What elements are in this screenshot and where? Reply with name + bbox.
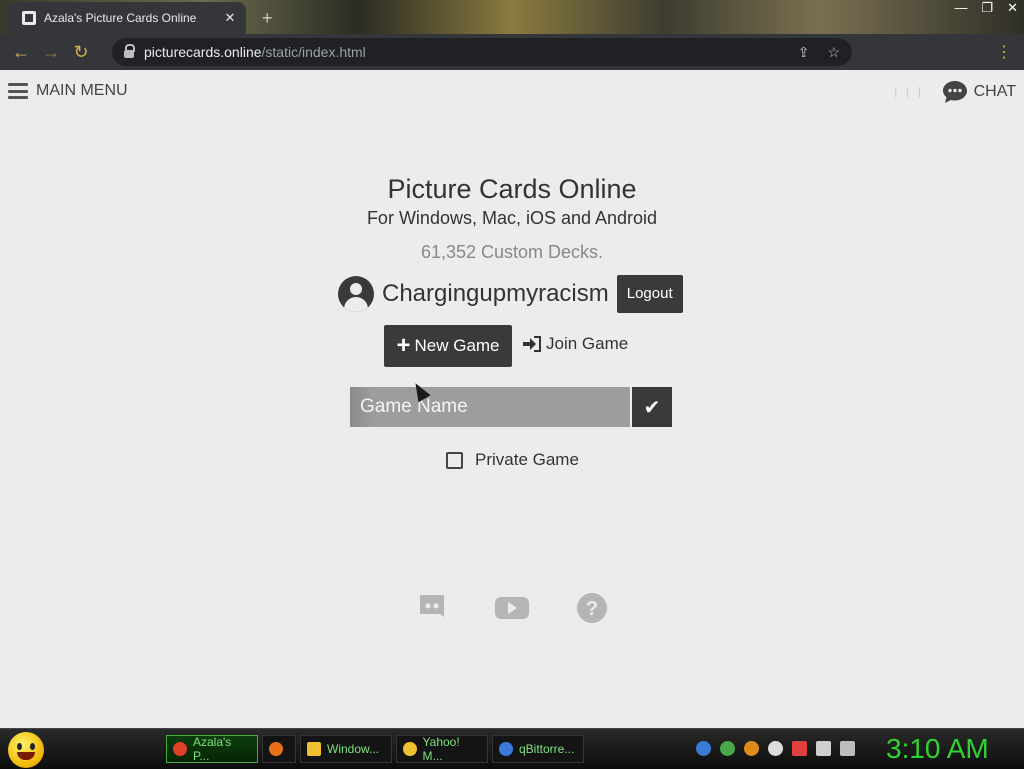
page-subtitle: For Windows, Mac, iOS and Android bbox=[366, 208, 658, 228]
new-game-label: New Game bbox=[414, 336, 500, 355]
qbittorrent-icon bbox=[499, 742, 513, 756]
user-row: Chargingupmyracism Logout bbox=[338, 275, 683, 313]
start-button-smiley-icon[interactable] bbox=[8, 732, 44, 768]
close-window-button[interactable]: ✕ bbox=[1007, 0, 1018, 16]
new-tab-button[interactable]: + bbox=[262, 8, 273, 29]
page-content: MAIN MENU | | | CHAT Picture Cards Onlin… bbox=[0, 70, 1024, 728]
display-tray-icon[interactable] bbox=[816, 741, 831, 756]
window-controls: — ❐ ✕ bbox=[954, 0, 1018, 16]
address-bar[interactable]: picturecards.online/static/index.html ⇪ … bbox=[112, 38, 852, 66]
sign-in-icon bbox=[523, 336, 541, 352]
confirm-game-button[interactable]: ✔ bbox=[632, 387, 672, 427]
checkmark-icon: ✔ bbox=[643, 396, 661, 419]
taskbar-item-chrome[interactable]: Azala's P... bbox=[166, 735, 258, 763]
discord-icon[interactable] bbox=[416, 592, 448, 624]
maximize-button[interactable]: ❐ bbox=[981, 0, 993, 16]
logout-button[interactable]: Logout bbox=[616, 275, 683, 313]
browser-tab-strip: Azala's Picture Cards Online ✕ + — ❐ ✕ bbox=[0, 0, 1024, 34]
share-icon[interactable]: ⇪ bbox=[798, 44, 810, 61]
taskbar-item-firefox[interactable] bbox=[262, 735, 296, 763]
main-menu-button[interactable]: MAIN MENU bbox=[8, 82, 128, 100]
task-label: Yahoo! M... bbox=[422, 735, 460, 763]
url-host: picturecards.online bbox=[144, 44, 262, 60]
private-game-label: Private Game bbox=[475, 450, 579, 469]
username: Chargingupmyracism bbox=[382, 280, 609, 307]
browser-menu-icon[interactable]: ⋮ bbox=[996, 42, 1012, 62]
youtube-icon[interactable] bbox=[494, 592, 530, 624]
taskbar-item-qbittorrent[interactable]: qBittorre... bbox=[492, 735, 584, 763]
hamburger-icon bbox=[8, 83, 28, 99]
system-tray bbox=[696, 741, 855, 756]
task-label: qBittorre... bbox=[519, 742, 575, 756]
deck-count: 61,352 Custom Decks. bbox=[420, 242, 604, 262]
main-menu-label: MAIN MENU bbox=[36, 82, 128, 99]
yahoo-messenger-icon bbox=[403, 742, 417, 756]
connection-indicator: | | | bbox=[894, 86, 924, 98]
taskbar-item-explorer[interactable]: Window... bbox=[300, 735, 392, 763]
action-center-flag-icon[interactable] bbox=[792, 741, 807, 756]
page-title: Picture Cards Online bbox=[387, 174, 637, 204]
task-label: Window... bbox=[327, 742, 380, 756]
messenger-tray-icon[interactable] bbox=[768, 741, 783, 756]
folder-icon bbox=[307, 742, 321, 756]
game-name-input[interactable] bbox=[350, 387, 630, 427]
browser-tab[interactable]: Azala's Picture Cards Online ✕ bbox=[8, 2, 246, 34]
minimize-button[interactable]: — bbox=[954, 0, 967, 16]
back-arrow-icon[interactable]: ← bbox=[6, 42, 36, 63]
join-game-label: Join Game bbox=[546, 334, 629, 353]
tab-close-icon[interactable]: ✕ bbox=[220, 10, 240, 26]
taskbar-clock[interactable]: 3:10 AM bbox=[886, 733, 989, 765]
search-tray-icon[interactable] bbox=[744, 741, 759, 756]
lock-icon bbox=[124, 44, 135, 58]
private-game-toggle[interactable]: Private Game bbox=[446, 450, 579, 470]
qbittorrent-tray-icon[interactable] bbox=[696, 741, 711, 756]
svg-text:?: ? bbox=[586, 598, 598, 620]
taskbar-item-yahoo[interactable]: Yahoo! M... bbox=[396, 735, 488, 763]
chrome-icon bbox=[173, 742, 187, 756]
taskbar: Azala's P... Window... Yahoo! M... qBitt… bbox=[0, 728, 1024, 769]
new-game-button[interactable]: + New Game bbox=[384, 325, 512, 367]
chat-bubble-icon bbox=[942, 81, 967, 103]
bookmark-star-icon[interactable]: ☆ bbox=[827, 44, 840, 61]
reload-icon[interactable]: ↻ bbox=[66, 42, 96, 63]
plus-icon: + bbox=[396, 332, 411, 359]
join-game-link[interactable]: Join Game bbox=[522, 334, 628, 354]
site-favicon-icon bbox=[22, 11, 36, 25]
help-icon[interactable]: ? bbox=[576, 592, 608, 624]
user-avatar-icon bbox=[338, 276, 374, 312]
firefox-icon bbox=[269, 742, 283, 756]
volume-icon[interactable] bbox=[840, 741, 855, 756]
forward-arrow-icon[interactable]: → bbox=[36, 42, 66, 63]
tab-title: Azala's Picture Cards Online bbox=[44, 11, 197, 25]
chat-label: CHAT bbox=[973, 83, 1016, 100]
browser-toolbar: ← → ↻ picturecards.online/static/index.h… bbox=[0, 34, 1024, 95]
task-label: Azala's P... bbox=[192, 735, 232, 763]
private-game-checkbox[interactable] bbox=[446, 451, 463, 469]
chat-button[interactable]: CHAT bbox=[942, 80, 1016, 104]
omnibox-actions: ⇪ ☆ bbox=[798, 44, 840, 61]
url-path: /static/index.html bbox=[261, 44, 366, 60]
network-tray-icon[interactable] bbox=[720, 741, 735, 756]
